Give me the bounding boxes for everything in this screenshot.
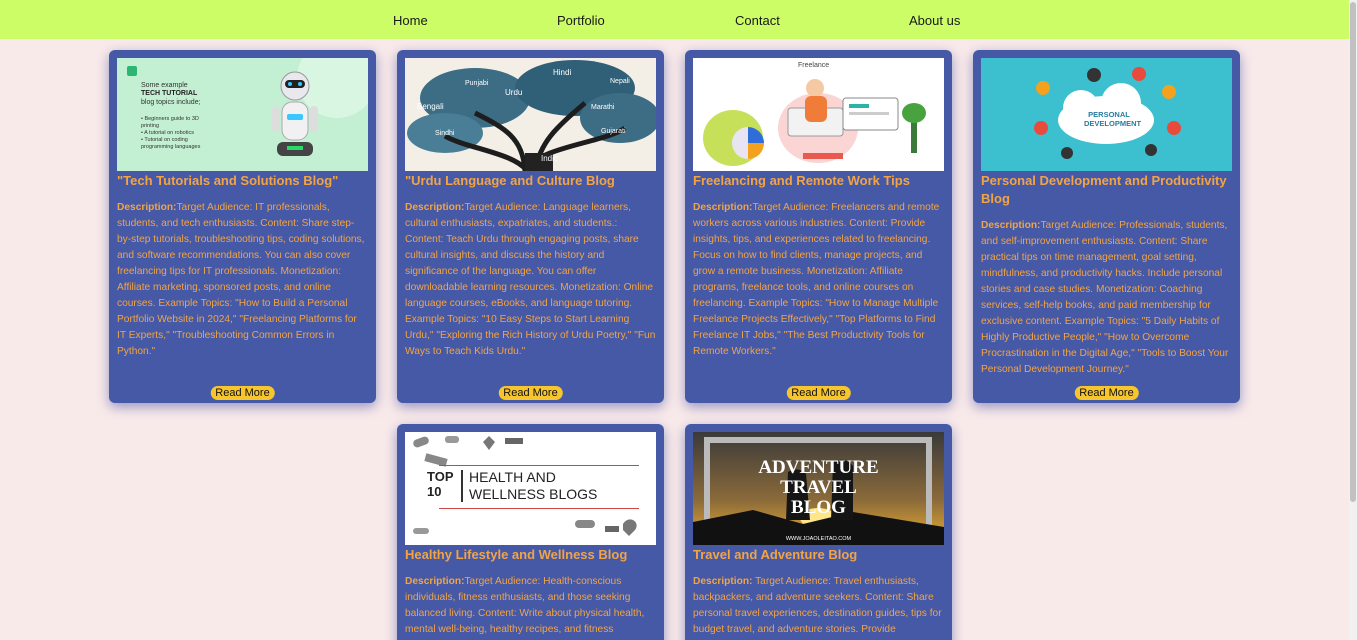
card-description: Description: Target Audience: Travel ent… [693,574,944,638]
image-text-word: Indic [541,154,558,163]
description-text: Target Audience: Professionals, students… [981,220,1229,375]
health-wellness-image: TOP 10 HEALTH AND WELLNESS BLOGS [405,432,656,545]
image-text-word: Punjabi [465,80,489,87]
scrollbar-thumb[interactable] [1350,2,1356,502]
image-url-text: WWW.JOAOLEITAO.COM [785,536,852,542]
description-label: Description: [117,202,177,213]
image-text-word: Bengali [417,102,444,111]
card-description: Description:Target Audience: Health-cons… [405,574,656,638]
image-caption: HEALTH AND WELLNESS BLOGS [469,469,598,502]
language-tree-illustration-icon [405,58,656,171]
top-navbar: Home Portfolio Contact About us [0,0,1349,39]
image-text-line: • Tutorial on coding [141,137,188,143]
nav-home-link[interactable]: Home [393,13,428,28]
card-title: Freelancing and Remote Work Tips [693,173,910,188]
robot-illustration-icon [117,58,368,171]
image-text-line: programming languages [141,144,201,150]
freelance-image: Freelance [693,58,944,171]
image-text-word: Hindi [553,68,572,77]
description-text: Target Audience: IT professionals, stude… [117,202,365,357]
blog-card-urdu: Hindi Bengali Urdu Marathi Punjabi Gujar… [397,50,664,403]
description-text: Target Audience: Language learners, cult… [405,202,656,357]
image-text-word: Urdu [505,88,523,97]
card-title: Healthy Lifestyle and Wellness Blog [405,547,628,562]
personal-development-image: PERSONAL DEVELOPMENT [981,58,1232,171]
card-description: Description:Target Audience: Freelancers… [693,200,944,360]
image-number: TOP 10 [427,469,454,499]
read-more-button[interactable]: Read More [1074,386,1139,400]
image-caption: PERSONAL DEVELOPMENT [1084,110,1142,128]
description-label: Description: [405,576,465,587]
tech-tutorial-image: Some example TECH TUTORIAL blog topics i… [117,58,368,171]
blog-card-travel: ADVENTURE TRAVEL BLOG WWW.JOAOLEITAO.COM… [685,424,952,640]
description-label: Description: [981,220,1041,231]
description-text: Target Audience: Freelancers and remote … [693,202,940,357]
image-text-word: Nepali [610,78,630,85]
image-text-line: • Beginners guide to 3D [141,116,199,122]
card-title: Travel and Adventure Blog [693,547,858,562]
nav-contact-link[interactable]: Contact [735,13,780,28]
image-text-line: printing [141,123,160,129]
urdu-language-image: Hindi Bengali Urdu Marathi Punjabi Gujar… [405,58,656,171]
blog-card-health: TOP 10 HEALTH AND WELLNESS BLOGS Healthy… [397,424,664,640]
image-caption: ADVENTURE TRAVEL BLOG [758,457,879,518]
description-label: Description: [693,576,753,587]
image-text-line: • A tutorial on robotics [141,130,194,136]
image-text-line: Some example [141,82,188,89]
image-caption: Freelance [798,62,830,69]
read-more-button[interactable]: Read More [210,386,275,400]
description-label: Description: [405,202,465,213]
read-more-button[interactable]: Read More [498,386,563,400]
card-description: Description:Target Audience: IT professi… [117,200,368,360]
card-description: Description:Target Audience: Language le… [405,200,656,360]
blog-card-personal-development: PERSONAL DEVELOPMENT Personal Developmen… [973,50,1240,403]
read-more-button[interactable]: Read More [786,386,851,400]
image-text-line: blog topics include; [141,99,201,106]
image-text-word: Sindhi [435,130,455,137]
image-text-word: Gujarati [601,128,626,135]
card-description: Description:Target Audience: Professiona… [981,218,1232,378]
image-text-line: TECH TUTORIAL [141,90,198,97]
blog-card-freelancing: Freelance Freelancing and Remote Work Ti… [685,50,952,403]
description-label: Description: [693,202,753,213]
freelancer-illustration-icon [693,58,944,171]
card-title: "Urdu Language and Culture Blog [405,173,615,188]
nav-about-link[interactable]: About us [909,13,960,28]
card-title: Personal Development and Productivity Bl… [981,173,1227,206]
nav-portfolio-link[interactable]: Portfolio [557,13,605,28]
adventure-travel-image: ADVENTURE TRAVEL BLOG WWW.JOAOLEITAO.COM [693,432,944,545]
card-title: "Tech Tutorials and Solutions Blog" [117,173,339,188]
page-scrollbar[interactable] [1349,0,1357,640]
image-text-word: Marathi [591,104,615,111]
blog-card-tech: Some example TECH TUTORIAL blog topics i… [109,50,376,403]
